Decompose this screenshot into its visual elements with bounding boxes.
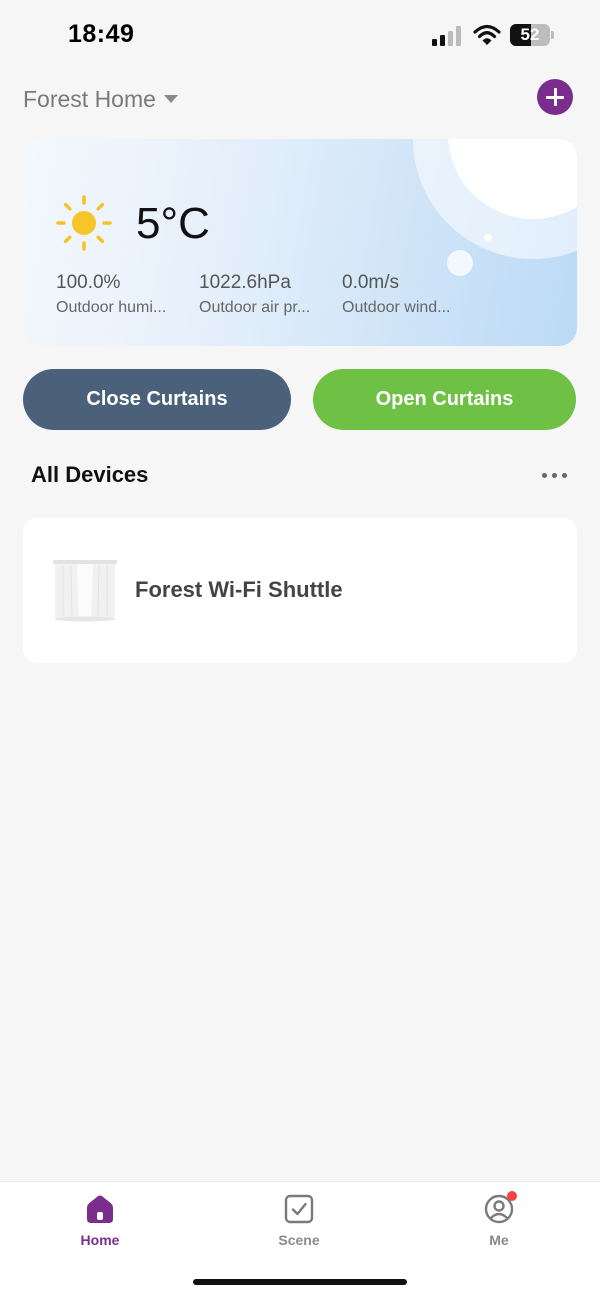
curtain-device-icon — [53, 560, 117, 622]
air-pressure-label: Outdoor air pr... — [199, 299, 311, 316]
wind-metric: 0.0m/s Outdoor wind... — [342, 271, 472, 321]
checkbox-icon — [284, 1194, 314, 1224]
humidity-metric: 100.0% Outdoor humi... — [56, 271, 186, 321]
sun-icon — [56, 195, 112, 251]
tab-scene-label: Scene — [278, 1232, 320, 1248]
wind-value: 0.0m/s — [342, 272, 400, 293]
caret-down-icon — [163, 95, 178, 103]
device-card[interactable]: Forest Wi-Fi Shuttle — [23, 518, 577, 663]
decorative-bubble — [484, 234, 492, 242]
more-horizontal-icon — [552, 473, 557, 478]
tab-home-label: Home — [80, 1232, 120, 1248]
temperature: 5°C — [136, 199, 210, 248]
status-time: 18:49 — [68, 20, 135, 48]
air-pressure-value: 1022.6hPa — [199, 272, 291, 293]
tab-scene[interactable]: Scene — [249, 1194, 349, 1254]
notification-dot — [507, 1191, 517, 1201]
tab-me-label: Me — [489, 1232, 509, 1248]
home-indicator — [193, 1279, 407, 1285]
battery-icon: 52 — [510, 24, 554, 46]
open-curtains-button[interactable]: Open Curtains — [313, 369, 576, 430]
wifi-icon — [473, 24, 501, 45]
humidity-label: Outdoor humi... — [56, 299, 167, 316]
battery-level: 52 — [520, 25, 540, 44]
cellular-signal-icon — [432, 26, 461, 46]
more-horizontal-icon — [562, 473, 567, 478]
add-device-button[interactable] — [537, 79, 573, 115]
close-curtains-button[interactable]: Close Curtains — [23, 369, 291, 430]
tab-home[interactable]: Home — [50, 1194, 150, 1254]
more-options-button[interactable] — [540, 472, 570, 480]
tab-me[interactable]: Me — [449, 1191, 549, 1254]
wind-label: Outdoor wind... — [342, 299, 451, 316]
all-devices-title: All Devices — [31, 462, 149, 487]
home-selector[interactable]: Forest Home — [23, 84, 178, 114]
home-icon — [87, 1195, 113, 1223]
device-name: Forest Wi-Fi Shuttle — [135, 577, 343, 602]
more-horizontal-icon — [542, 473, 547, 478]
status-bar: 18:49 52 — [0, 0, 600, 70]
weather-card[interactable]: 5°C 100.0% Outdoor humi... 1022.6hPa Out… — [23, 139, 577, 346]
humidity-value: 100.0% — [56, 272, 121, 293]
home-name: Forest Home — [23, 85, 156, 112]
air-pressure-metric: 1022.6hPa Outdoor air pr... — [199, 271, 329, 321]
